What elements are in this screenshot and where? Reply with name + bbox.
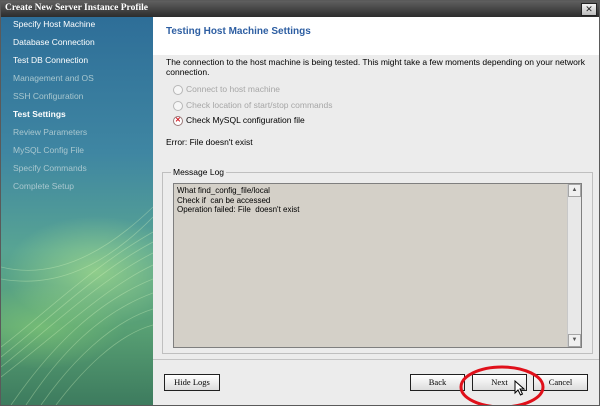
scroll-up-icon[interactable]: ▲ (568, 184, 581, 197)
error-message: Error: File doesn't exist (166, 137, 253, 147)
radio-pending-icon (173, 85, 183, 95)
step-management-and-os: Management and OS (13, 73, 94, 83)
log-scrollbar[interactable]: ▲ ▼ (567, 184, 581, 347)
button-separator (153, 359, 599, 360)
highlight-ellipse (459, 365, 545, 405)
wizard-content: Testing Host Machine Settings The connec… (153, 17, 599, 405)
back-button[interactable]: Back (410, 374, 465, 391)
step-ssh-configuration: SSH Configuration (13, 91, 84, 101)
message-log-label: Message Log (171, 167, 227, 177)
check-label: Connect to host machine (186, 84, 281, 94)
wizard-sidebar: Specify Host Machine Database Connection… (1, 17, 153, 405)
x-circle-icon (173, 116, 183, 126)
check-label: Check MySQL configuration file (186, 115, 305, 125)
mouse-pointer-icon (514, 380, 526, 396)
page-header: Testing Host Machine Settings (153, 17, 599, 55)
step-specify-host-machine: Specify Host Machine (13, 19, 96, 29)
step-review-parameters: Review Parameters (13, 127, 88, 137)
radio-pending-icon (173, 101, 183, 111)
message-log-group: Message Log What find_config_file/local … (162, 167, 593, 354)
page-title: Testing Host Machine Settings (166, 26, 311, 37)
message-log-text: What find_config_file/local Check if can… (177, 186, 300, 214)
step-specify-commands: Specify Commands (13, 163, 87, 173)
step-database-connection: Database Connection (13, 37, 95, 47)
title-bar[interactable]: Create New Server Instance Profile ✕ (1, 1, 599, 17)
step-test-db-connection: Test DB Connection (13, 55, 89, 65)
close-button[interactable]: ✕ (581, 3, 597, 16)
step-mysql-config-file: MySQL Config File (13, 145, 85, 155)
message-log-textarea[interactable]: What find_config_file/local Check if can… (173, 183, 582, 348)
page-description: The connection to the host machine is be… (166, 57, 585, 77)
check-label: Check location of start/stop commands (186, 100, 333, 110)
dialog-window: Create New Server Instance Profile ✕ Spe… (0, 0, 600, 406)
step-test-settings: Test Settings (13, 109, 66, 119)
window-title: Create New Server Instance Profile (5, 3, 148, 13)
scroll-down-icon[interactable]: ▼ (568, 334, 581, 347)
hide-logs-button[interactable]: Hide Logs (164, 374, 220, 391)
step-complete-setup: Complete Setup (13, 181, 74, 191)
